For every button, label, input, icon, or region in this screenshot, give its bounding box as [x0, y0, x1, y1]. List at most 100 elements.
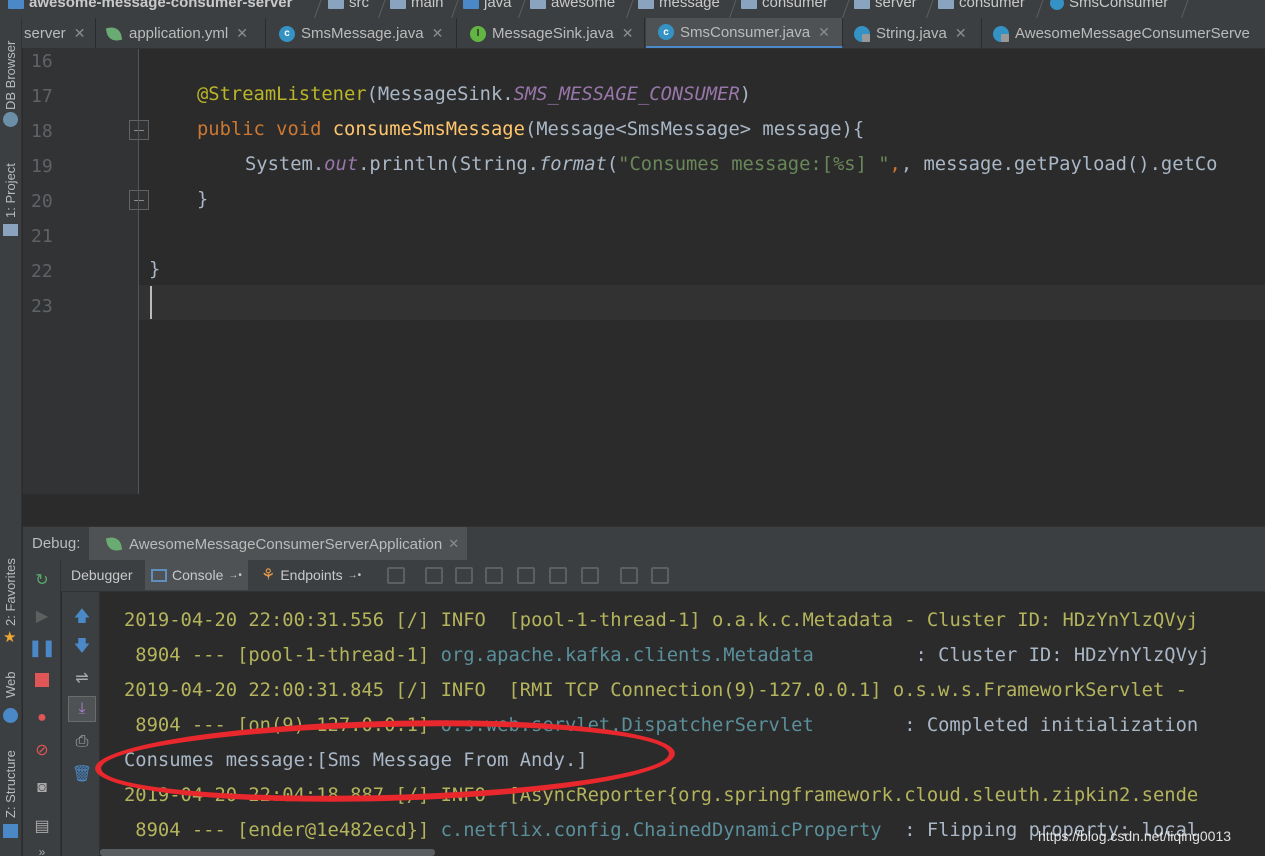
layout-icon[interactable]: ▤: [32, 816, 52, 836]
spring-class-icon: [993, 25, 1009, 42]
tab-server[interactable]: server ✕: [20, 18, 96, 48]
project-tool[interactable]: 1: Project: [3, 163, 18, 218]
fold-end-icon[interactable]: [129, 190, 149, 210]
structure-tool[interactable]: Z: Structure: [3, 750, 18, 818]
line-number: 23: [31, 296, 53, 317]
close-icon[interactable]: ✕: [955, 25, 967, 42]
debug-label: Debug:: [32, 535, 81, 552]
drop-frame-icon[interactable]: [549, 567, 567, 584]
tab-debugger[interactable]: Debugger: [71, 560, 133, 590]
endpoints-icon: ⚘: [261, 567, 276, 584]
editor-tab-bar: server ✕ application.yml ✕ c SmsMessage.jav…: [0, 18, 1265, 49]
line-number: 22: [31, 261, 53, 282]
tab-messagesink-java[interactable]: I MessageSink.java ✕: [458, 18, 645, 48]
breadcrumb-separator: [377, 0, 388, 18]
scroll-to-end-icon[interactable]: ⤓: [68, 696, 96, 722]
globe-icon: [3, 708, 18, 723]
breadcrumb-separator: [728, 0, 739, 18]
trace-icon[interactable]: [651, 567, 669, 584]
package-icon: [938, 0, 954, 9]
tab-console[interactable]: Console →•: [145, 560, 248, 590]
close-icon[interactable]: ✕: [236, 25, 248, 42]
structure-icon: [3, 824, 18, 838]
folder-icon: [390, 0, 406, 9]
tab-smsmessage-java[interactable]: c SmsMessage.java ✕: [267, 18, 457, 48]
class-icon: c: [658, 24, 674, 40]
project-folder-icon: [8, 0, 24, 9]
code-editor[interactable]: 16 17 18 19 20 21 22 23 @StreamListener(…: [23, 49, 1265, 526]
step-into-icon[interactable]: [455, 567, 473, 584]
db-browser-tool[interactable]: DB Browser: [3, 41, 18, 110]
step-out-icon[interactable]: [517, 567, 535, 584]
web-tool[interactable]: Web: [3, 672, 18, 699]
breadcrumb-project[interactable]: awesome-message-consumer-server: [8, 0, 292, 11]
run-to-cursor-icon[interactable]: [581, 567, 599, 584]
breadcrumb-item[interactable]: main: [390, 0, 444, 11]
force-step-into-icon[interactable]: [485, 567, 503, 584]
arrow-down-icon[interactable]: 🡇: [72, 638, 92, 658]
step-over-icon[interactable]: [425, 567, 443, 584]
print-icon[interactable]: ⎙: [72, 732, 92, 752]
show-execution-point-icon[interactable]: [387, 567, 405, 584]
pin-icon: →•: [228, 569, 242, 581]
tab-smsconsumer-java[interactable]: c SmsConsumer.java ✕: [646, 18, 843, 48]
line-number: 16: [31, 51, 53, 72]
mute-breakpoints-icon[interactable]: ⊘: [32, 740, 52, 760]
gutter-divider: [138, 49, 139, 494]
breadcrumb-separator: [625, 0, 636, 18]
breadcrumb-separator: [450, 0, 461, 18]
source-folder-icon: [463, 0, 479, 9]
breadcrumb-item[interactable]: consumer: [938, 0, 1025, 11]
favorites-tool[interactable]: 2: Favorites: [3, 558, 18, 626]
camera-icon[interactable]: ◙: [32, 778, 52, 798]
line-number: 20: [31, 191, 53, 212]
rerun-icon[interactable]: ↻: [32, 570, 52, 590]
text-caret: [150, 286, 152, 319]
close-icon[interactable]: ✕: [74, 25, 86, 42]
trash-icon[interactable]: 🗑: [72, 764, 92, 784]
breadcrumb-item[interactable]: message: [638, 0, 720, 11]
more-icon[interactable]: »: [32, 842, 52, 856]
console-line: 2019-04-20 22:00:31.845 [/] INFO [RMI TC…: [124, 680, 1199, 701]
locked-class-icon: [854, 25, 870, 42]
breadcrumb-item[interactable]: consumer: [741, 0, 828, 11]
interface-icon: I: [470, 25, 486, 42]
arrow-up-icon[interactable]: 🡅: [72, 608, 92, 628]
tab-application-yml[interactable]: application.yml ✕: [97, 18, 266, 48]
console-icon: [151, 568, 167, 582]
code-line-22: }: [149, 259, 161, 280]
breadcrumb-separator: [841, 0, 852, 18]
close-icon[interactable]: ✕: [432, 25, 444, 42]
debug-toolbar: Debugger Console →• ⚘ Endpoints →•: [23, 560, 1265, 592]
close-icon[interactable]: ✕: [622, 25, 634, 42]
debug-session-tab[interactable]: AwesomeMessageConsumerServerApplication ✕: [89, 527, 468, 561]
tab-endpoints[interactable]: ⚘ Endpoints →•: [261, 560, 361, 590]
package-icon: [530, 0, 546, 9]
spring-boot-icon: [105, 535, 123, 553]
fold-collapse-icon[interactable]: [129, 120, 149, 140]
breadcrumb-item[interactable]: java: [463, 0, 512, 11]
class-icon: [1050, 0, 1064, 10]
close-icon[interactable]: ✕: [818, 24, 830, 41]
view-breakpoints-icon[interactable]: ●: [32, 708, 52, 728]
stop-icon[interactable]: [32, 670, 52, 690]
breadcrumb-item[interactable]: src: [328, 0, 369, 11]
folder-icon: [328, 0, 344, 9]
pause-icon[interactable]: ❚❚: [29, 638, 56, 658]
resume-icon[interactable]: ▶: [32, 606, 52, 626]
soft-wrap-icon[interactable]: ⇌: [72, 668, 92, 688]
tab-awesome-application[interactable]: AwesomeMessageConsumerServe: [983, 18, 1265, 48]
horizontal-scrollbar[interactable]: [100, 849, 435, 856]
folder-icon: [3, 224, 18, 236]
breadcrumb-item[interactable]: awesome: [530, 0, 615, 11]
debug-actions-column: ↻ ▶ ❚❚ ● ⊘ ◙ ▤ »: [23, 560, 61, 856]
console-output[interactable]: 2019-04-20 22:00:31.556 [/] INFO [pool-1…: [100, 592, 1265, 856]
breadcrumb-item[interactable]: server: [854, 0, 917, 11]
code-line-17: @StreamListener(MessageSink.SMS_MESSAGE_…: [197, 84, 752, 105]
close-icon[interactable]: ✕: [448, 536, 459, 552]
evaluate-expression-icon[interactable]: [620, 567, 638, 584]
breadcrumb-item[interactable]: SmsConsumer: [1050, 0, 1168, 11]
code-line-20: }: [197, 189, 209, 210]
code-line-19: System.out.println(String.format("Consum…: [245, 154, 1218, 175]
tab-string-java[interactable]: String.java ✕: [844, 18, 982, 48]
